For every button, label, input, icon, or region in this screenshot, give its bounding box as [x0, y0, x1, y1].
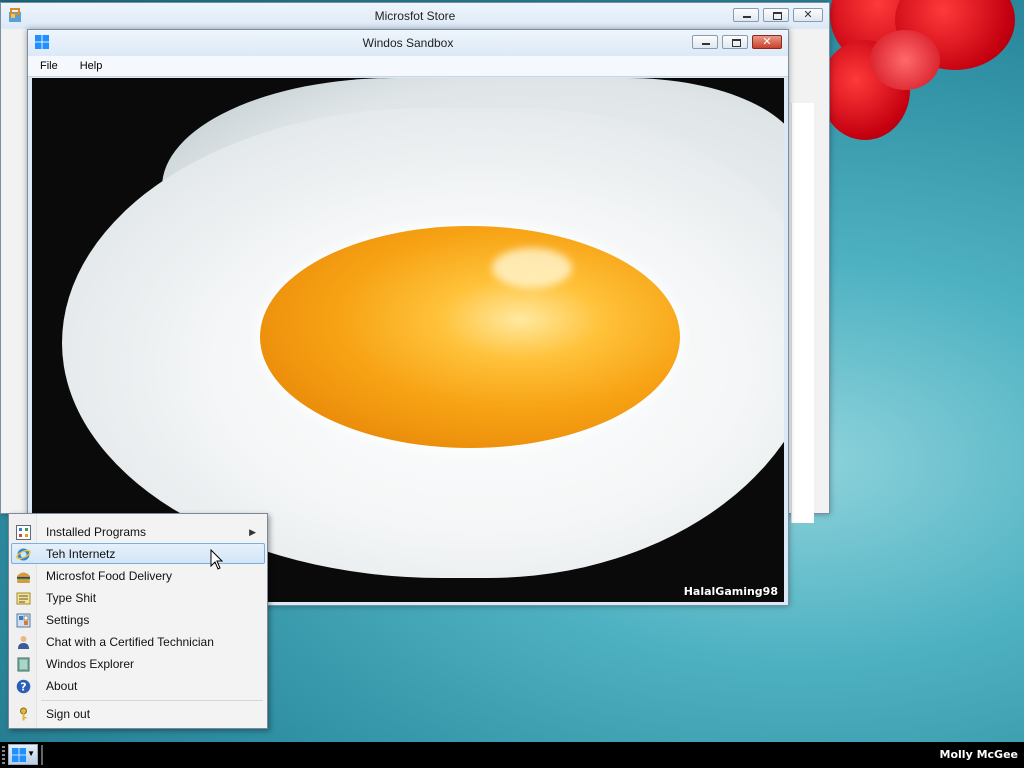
menu-item-type-shit[interactable]: Type Shit	[11, 587, 265, 608]
mouse-cursor-icon	[210, 549, 224, 570]
egg-yolk	[260, 226, 680, 448]
key-icon	[20, 707, 27, 721]
sandbox-menubar: File Help	[28, 56, 788, 77]
menu-item-about[interactable]: ? About	[11, 675, 265, 696]
menu-item-installed-programs[interactable]: Installed Programs ▶	[11, 521, 265, 542]
taskbar: ▼ Molly McGee	[0, 742, 1024, 768]
notepad-icon	[16, 592, 31, 605]
menu-item-label: Chat with a Certified Technician	[46, 635, 214, 649]
store-window-title: Microsfot Store	[374, 9, 456, 23]
menu-help[interactable]: Help	[80, 60, 103, 72]
menu-item-label: Microsfot Food Delivery	[46, 569, 173, 583]
taskbar-grip[interactable]	[2, 746, 5, 764]
menu-item-settings[interactable]: Settings	[11, 609, 265, 630]
menu-item-label: Settings	[46, 613, 90, 627]
store-panel	[791, 103, 814, 523]
store-maximize-button[interactable]	[763, 8, 789, 22]
menu-file[interactable]: File	[40, 60, 58, 72]
menu-item-windos-explorer[interactable]: Windos Explorer	[11, 653, 265, 674]
sandbox-close-button[interactable]	[752, 35, 782, 49]
menu-item-label: About	[46, 679, 78, 693]
store-titlebar[interactable]: Microsfot Store	[1, 3, 829, 29]
taskbar-user-name: Molly McGee	[939, 748, 1018, 761]
menu-item-label: Sign out	[46, 707, 91, 721]
sandbox-titlebar[interactable]: Windos Sandbox	[28, 30, 788, 56]
menu-item-food-delivery[interactable]: Microsfot Food Delivery	[11, 565, 265, 586]
settings-icon	[16, 613, 31, 628]
menu-item-label: Type Shit	[46, 591, 97, 605]
store-close-button[interactable]	[793, 8, 823, 22]
menu-item-chat-technician[interactable]: Chat with a Certified Technician	[11, 631, 265, 652]
menu-item-label: Installed Programs	[46, 525, 147, 539]
chevron-down-icon: ▼	[27, 749, 35, 758]
programs-icon	[16, 525, 31, 540]
start-button[interactable]: ▼	[8, 744, 38, 765]
sandbox-window-title: Windos Sandbox	[362, 36, 454, 50]
image-watermark: HalalGaming98	[683, 585, 778, 598]
submenu-arrow-icon: ▶	[249, 527, 256, 537]
taskbar-divider	[41, 745, 43, 765]
windows-logo-icon	[12, 748, 26, 762]
menu-item-teh-internetz[interactable]: Teh Internetz	[11, 543, 265, 564]
store-minimize-button[interactable]	[733, 8, 759, 22]
svg-text:?: ?	[20, 681, 26, 694]
menu-item-sign-out[interactable]: Sign out	[11, 703, 265, 724]
menu-separator	[41, 700, 263, 701]
menu-item-label: Windos Explorer	[46, 657, 135, 671]
explorer-icon	[17, 657, 30, 672]
start-menu[interactable]: Installed Programs ▶ Teh Internetz Micro…	[8, 513, 268, 729]
help-icon: ?	[16, 679, 31, 694]
wallpaper-flower	[800, 0, 1024, 150]
burger-icon	[17, 572, 30, 583]
technician-icon	[18, 636, 29, 649]
sandbox-minimize-button[interactable]	[692, 35, 718, 49]
menu-item-label: Teh Internetz	[46, 547, 116, 561]
internet-explorer-icon	[16, 548, 31, 561]
sandbox-maximize-button[interactable]	[722, 35, 748, 49]
